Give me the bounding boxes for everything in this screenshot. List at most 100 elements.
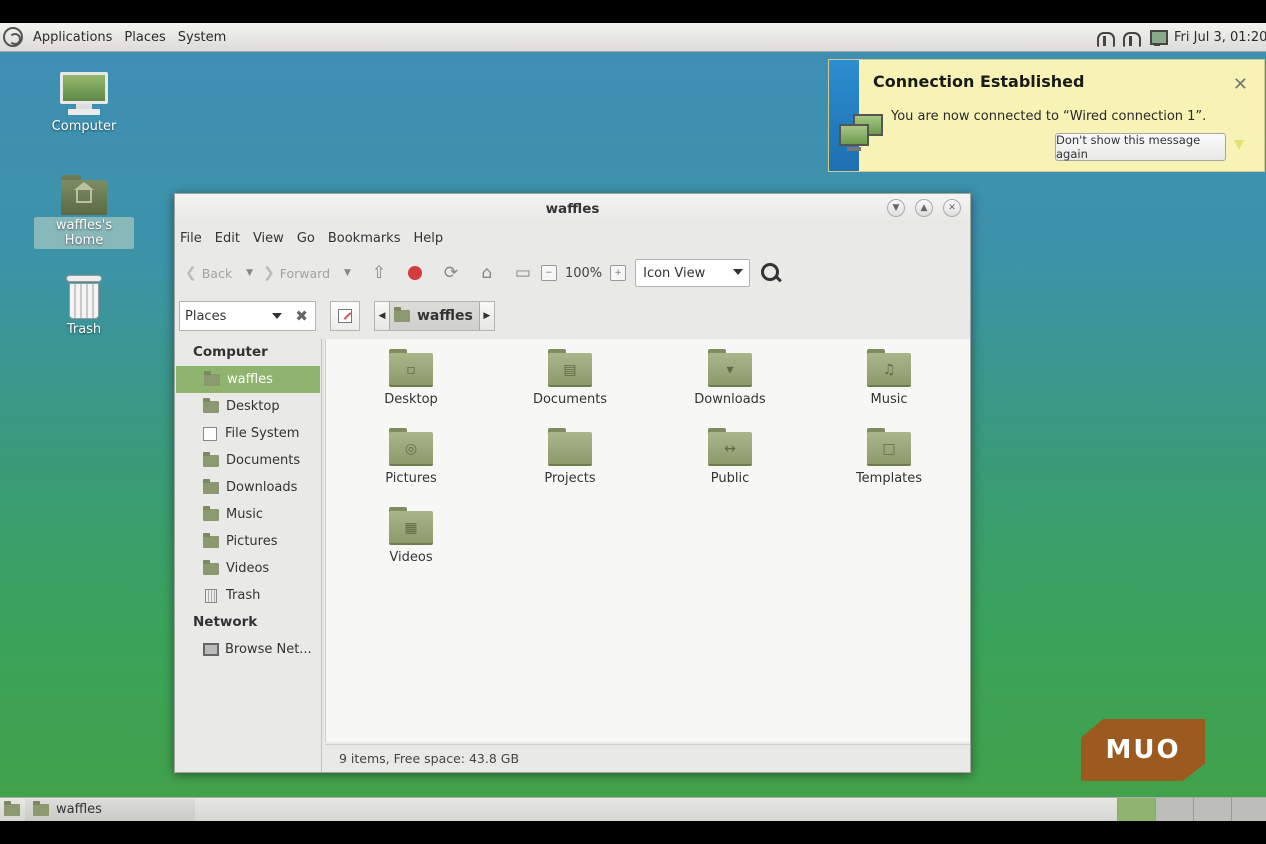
sidebar-item-label: Trash <box>226 588 261 603</box>
chevron-left-icon[interactable]: ◀ <box>375 311 389 321</box>
file-item-label: Projects <box>544 471 596 486</box>
sidebar-item-documents[interactable]: Documents <box>175 447 321 474</box>
show-desktop-icon[interactable] <box>4 801 20 816</box>
file-item-music[interactable]: ♫ Music <box>829 349 949 407</box>
back-button[interactable]: ❮ Back ▼ <box>185 260 253 286</box>
back-label: Back <box>201 265 233 281</box>
sidebar-section-network: Network <box>193 614 258 630</box>
notification-corner-icon <box>1234 140 1244 150</box>
workspace-2[interactable] <box>1155 798 1193 821</box>
sidebar-item-music[interactable]: Music <box>175 501 321 528</box>
network-icon[interactable] <box>1147 29 1168 47</box>
sidebar-item-file-system[interactable]: File System <box>175 420 321 447</box>
status-bar: 9 items, Free space: 43.8 GB <box>325 744 970 772</box>
search-icon[interactable] <box>760 262 782 284</box>
file-item-projects[interactable]: Projects <box>510 428 630 486</box>
maximize-button[interactable]: ▲ <box>915 199 933 217</box>
bottom-panel: waffles <box>0 797 1266 821</box>
clock[interactable]: Fri Jul 3, 01:20 <box>1174 30 1266 45</box>
file-item-public[interactable]: ↔ Public <box>670 428 790 486</box>
sidebar-item-label: Pictures <box>226 534 278 549</box>
menu-help[interactable]: Help <box>413 231 443 246</box>
file-manager-window: waffles ▼ ▲ ✕ File Edit View Go Bookmark… <box>174 193 971 773</box>
dont-show-again-button[interactable]: Don't show this message again <box>1055 133 1226 161</box>
file-item-label: Downloads <box>694 392 766 407</box>
sidebar-item-label: waffles <box>227 372 273 387</box>
sidebar-item-label: Documents <box>226 453 301 468</box>
folder-icon <box>203 559 219 575</box>
folder-icon: ◎ <box>389 428 433 466</box>
workspace-4[interactable] <box>1231 798 1266 821</box>
zoom-in-icon[interactable]: + <box>610 265 627 281</box>
trash-icon <box>66 275 102 319</box>
menu-edit[interactable]: Edit <box>215 231 240 246</box>
chevron-down-icon[interactable]: ▼ <box>344 268 351 278</box>
breadcrumb-item-waffles[interactable]: waffles <box>389 302 480 330</box>
menu-go[interactable]: Go <box>297 231 315 246</box>
desktop-icon-home[interactable]: waffles's Home <box>34 175 134 249</box>
sidebar-item-label: File System <box>225 426 300 441</box>
volume-icon[interactable] <box>1095 29 1115 47</box>
file-item-templates[interactable]: □ Templates <box>829 428 949 486</box>
forward-label: Forward <box>279 265 331 281</box>
stop-icon[interactable] <box>404 262 426 284</box>
folder-icon <box>548 428 592 466</box>
menu-bookmarks[interactable]: Bookmarks <box>328 231 401 246</box>
workspace-3[interactable] <box>1193 798 1231 821</box>
window-titlebar[interactable]: waffles ▼ ▲ ✕ <box>175 194 970 224</box>
speaker-icon[interactable] <box>1121 29 1141 47</box>
folder-icon: □ <box>867 428 911 466</box>
file-item-desktop[interactable]: ▫ Desktop <box>351 349 471 407</box>
file-item-label: Pictures <box>385 471 437 486</box>
close-sidebar-icon[interactable]: ✖ <box>295 307 308 325</box>
up-icon[interactable]: ⇧ <box>368 262 390 284</box>
notification-popup: Connection Established You are now conne… <box>828 59 1265 172</box>
sidebar-item-videos[interactable]: Videos <box>175 555 321 582</box>
menu-view[interactable]: View <box>253 231 284 246</box>
home-folder-icon <box>61 175 107 215</box>
letterbox-top <box>0 0 1266 23</box>
file-item-pictures[interactable]: ◎ Pictures <box>351 428 471 486</box>
window-title: waffles <box>545 201 600 217</box>
system-menu[interactable]: System <box>172 30 232 45</box>
workspace-1[interactable] <box>1117 798 1155 821</box>
folder-icon: ▦ <box>389 507 433 545</box>
sidebar-item-waffles[interactable]: waffles <box>176 366 320 393</box>
chevron-down-icon[interactable]: ▼ <box>246 268 253 278</box>
sidebar-item-browse-network[interactable]: Browse Net... <box>175 636 321 663</box>
zoom-out-icon[interactable]: − <box>540 265 557 281</box>
applications-menu[interactable]: Applications <box>27 30 118 45</box>
computer-icon[interactable]: ▭ <box>512 262 534 284</box>
desktop-icon-trash[interactable]: Trash <box>34 275 134 338</box>
sidebar-item-pictures[interactable]: Pictures <box>175 528 321 555</box>
file-view[interactable]: ▫ Desktop ▤ Documents ▾ Downloads ♫ Musi… <box>325 339 970 742</box>
desktop-icon-label: Computer <box>51 119 117 134</box>
home-folder-icon <box>394 307 410 322</box>
mint-menu-icon[interactable] <box>3 27 23 47</box>
file-item-documents[interactable]: ▤ Documents <box>510 349 630 407</box>
sidebar-item-label: Desktop <box>226 399 280 414</box>
sidebar-item-trash[interactable]: Trash <box>175 582 321 609</box>
toggle-location-entry-button[interactable] <box>330 301 360 331</box>
sidebar-mode-select[interactable]: Places ✖ <box>179 301 316 331</box>
chevron-down-icon <box>733 269 744 275</box>
desktop-icon-computer[interactable]: Computer <box>34 72 134 135</box>
file-item-videos[interactable]: ▦ Videos <box>351 507 471 565</box>
reload-icon[interactable]: ⟳ <box>440 262 462 284</box>
view-mode-value: Icon View <box>643 265 706 281</box>
file-item-downloads[interactable]: ▾ Downloads <box>670 349 790 407</box>
file-item-label: Documents <box>532 392 608 407</box>
sidebar-item-desktop[interactable]: Desktop <box>175 393 321 420</box>
forward-button[interactable]: ❯ Forward ▼ <box>263 260 351 286</box>
taskbar-item-waffles[interactable]: waffles <box>25 798 195 821</box>
minimize-button[interactable]: ▼ <box>887 199 905 217</box>
menu-file[interactable]: File <box>180 231 202 246</box>
close-window-button[interactable]: ✕ <box>943 199 961 217</box>
close-icon[interactable]: ✕ <box>1233 74 1248 95</box>
view-mode-select[interactable]: Icon View <box>635 259 751 287</box>
places-menu[interactable]: Places <box>118 30 171 45</box>
muo-logo: MUO <box>1081 719 1205 781</box>
sidebar-item-downloads[interactable]: Downloads <box>175 474 321 501</box>
chevron-right-icon[interactable]: ▶ <box>480 311 494 321</box>
home-icon[interactable]: ⌂ <box>476 262 498 284</box>
